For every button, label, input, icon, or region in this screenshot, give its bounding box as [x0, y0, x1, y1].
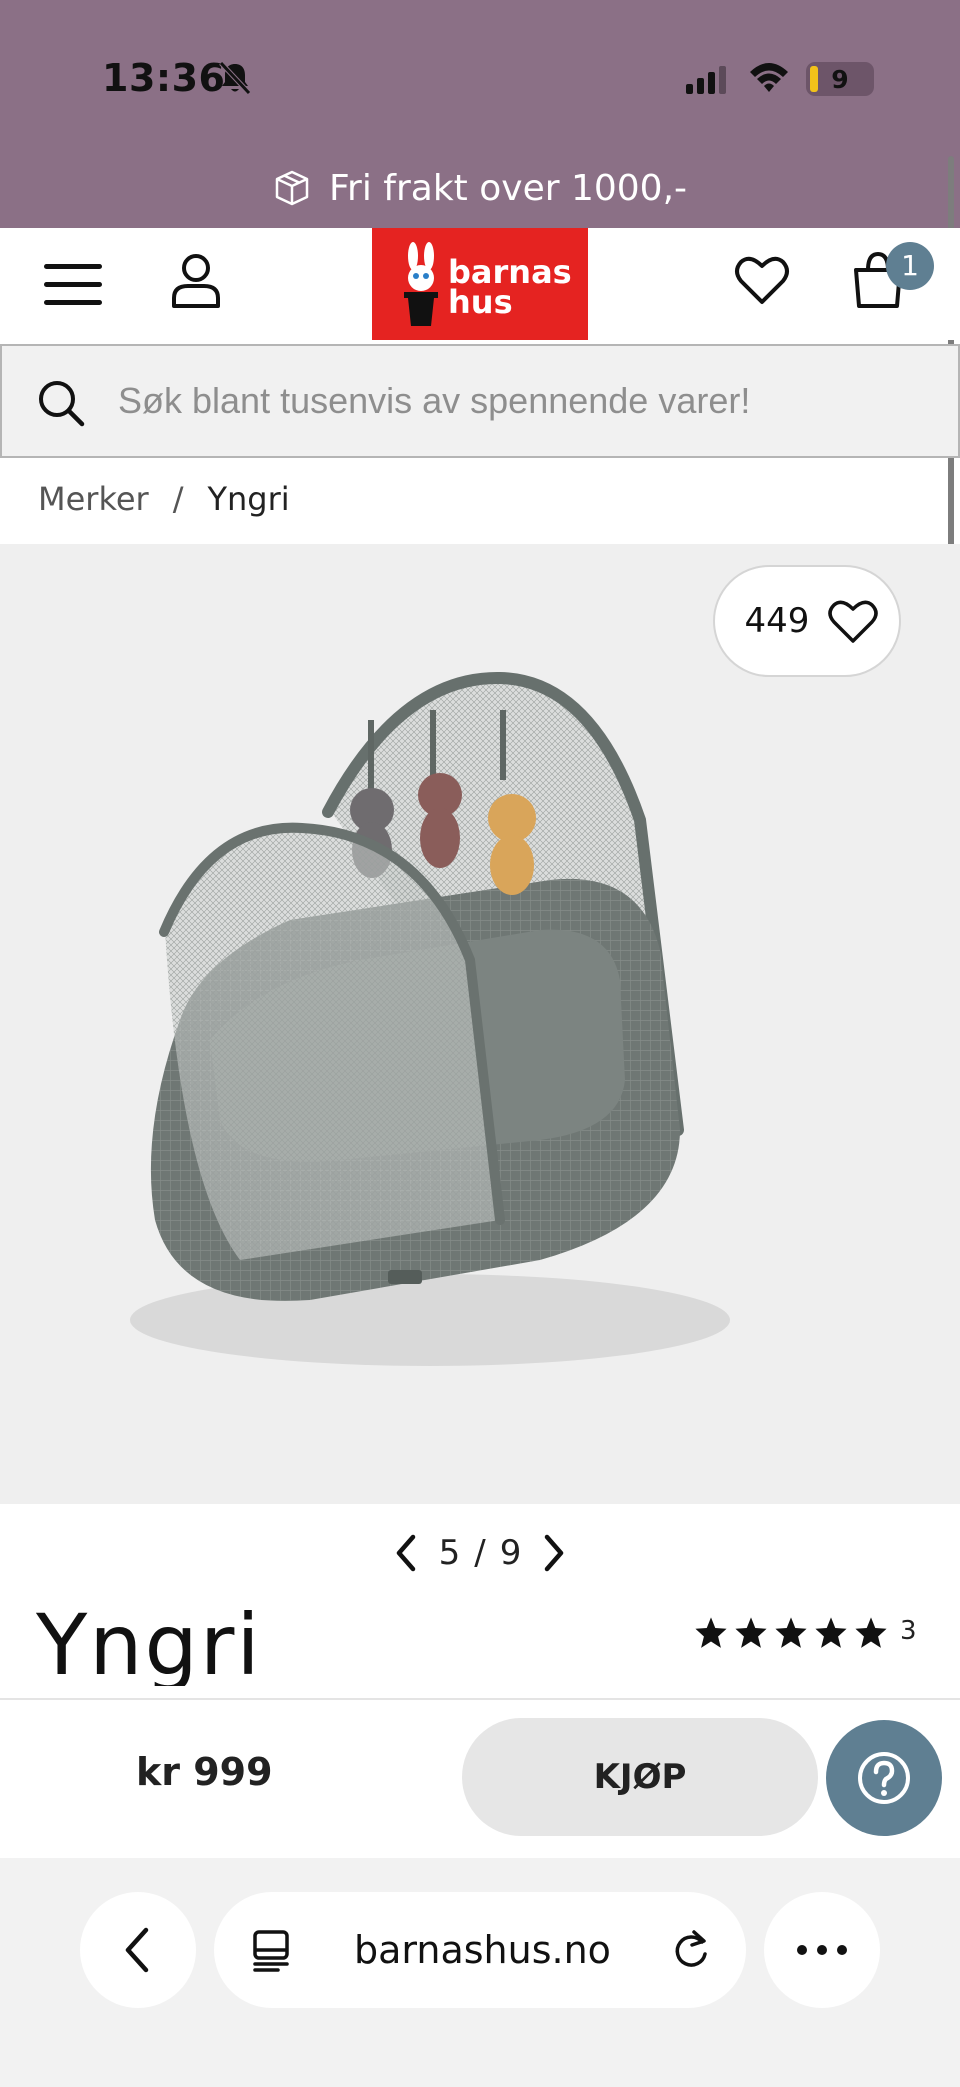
menu-icon[interactable]: [42, 260, 104, 308]
divider: [0, 1698, 960, 1700]
star-icon: [695, 1617, 727, 1648]
wifi-icon: [750, 63, 788, 92]
breadcrumb-brands-link[interactable]: Merker: [38, 480, 149, 518]
free-shipping-notice: Fri frakt over 1000,-: [0, 164, 960, 212]
pager-separator: /: [474, 1533, 486, 1573]
browser-back-button[interactable]: [80, 1892, 196, 2008]
star-icon: [735, 1617, 767, 1648]
browser-toolbar: barnashus.no: [0, 1858, 960, 2087]
battery-icon: 9: [806, 62, 874, 96]
brand-logo[interactable]: Yngri: [36, 1594, 296, 1686]
heart-outline-icon: [828, 600, 878, 643]
free-shipping-text: Fri frakt over 1000,-: [328, 167, 688, 209]
more-icon: [797, 1945, 847, 1955]
package-icon: [275, 170, 309, 206]
search-input[interactable]: [118, 346, 938, 456]
back-icon: [125, 1927, 149, 1973]
site-logo[interactable]: barnas hus: [372, 228, 588, 340]
star-icon: [855, 1617, 887, 1648]
bunny-logo-icon: [404, 242, 438, 326]
pager-total: 9: [499, 1533, 522, 1573]
pager-current: 5: [438, 1533, 461, 1573]
status-time: 13:36: [102, 56, 226, 100]
signal-icon: [686, 66, 726, 94]
breadcrumb: Merker / Yngri: [38, 480, 290, 518]
battery-level: 9: [831, 65, 849, 94]
help-button[interactable]: [826, 1720, 942, 1836]
bell-slash-icon: [219, 61, 251, 95]
address-bar[interactable]: barnashus.no: [214, 1892, 746, 2008]
rating-stars[interactable]: [694, 1616, 888, 1650]
url-text[interactable]: barnashus.no: [354, 1928, 611, 1972]
buy-button[interactable]: KJØP: [462, 1718, 818, 1836]
breadcrumb-current: Yngri: [207, 480, 290, 518]
reload-icon[interactable]: [670, 1928, 712, 1972]
favorite-count: 449: [744, 601, 810, 641]
product-price: kr 999: [136, 1750, 273, 1794]
more-options-button[interactable]: [764, 1892, 880, 2008]
reader-icon[interactable]: [250, 1928, 292, 1972]
top-banner: 13:36 9 Fri frakt over 1000,-: [0, 0, 960, 228]
user-icon[interactable]: [170, 252, 222, 308]
heart-icon[interactable]: [734, 254, 790, 306]
review-count[interactable]: 3: [900, 1616, 917, 1646]
chevron-left-icon[interactable]: [389, 1533, 425, 1573]
chevron-right-icon[interactable]: [535, 1533, 571, 1573]
question-mark-icon: [858, 1752, 910, 1804]
site-header: barnas hus 1: [0, 228, 960, 340]
star-icon: [815, 1617, 847, 1648]
product-image: [130, 671, 730, 1366]
cart-count-badge[interactable]: 1: [886, 242, 934, 290]
breadcrumb-separator: /: [172, 480, 184, 518]
star-icon: [775, 1617, 807, 1648]
search-icon: [39, 381, 85, 427]
logo-text-line2: hus: [448, 283, 513, 321]
search-bar[interactable]: [0, 344, 960, 458]
image-pager: 5 / 9: [0, 1528, 960, 1578]
brand-logo-text: Yngri: [36, 1596, 262, 1686]
